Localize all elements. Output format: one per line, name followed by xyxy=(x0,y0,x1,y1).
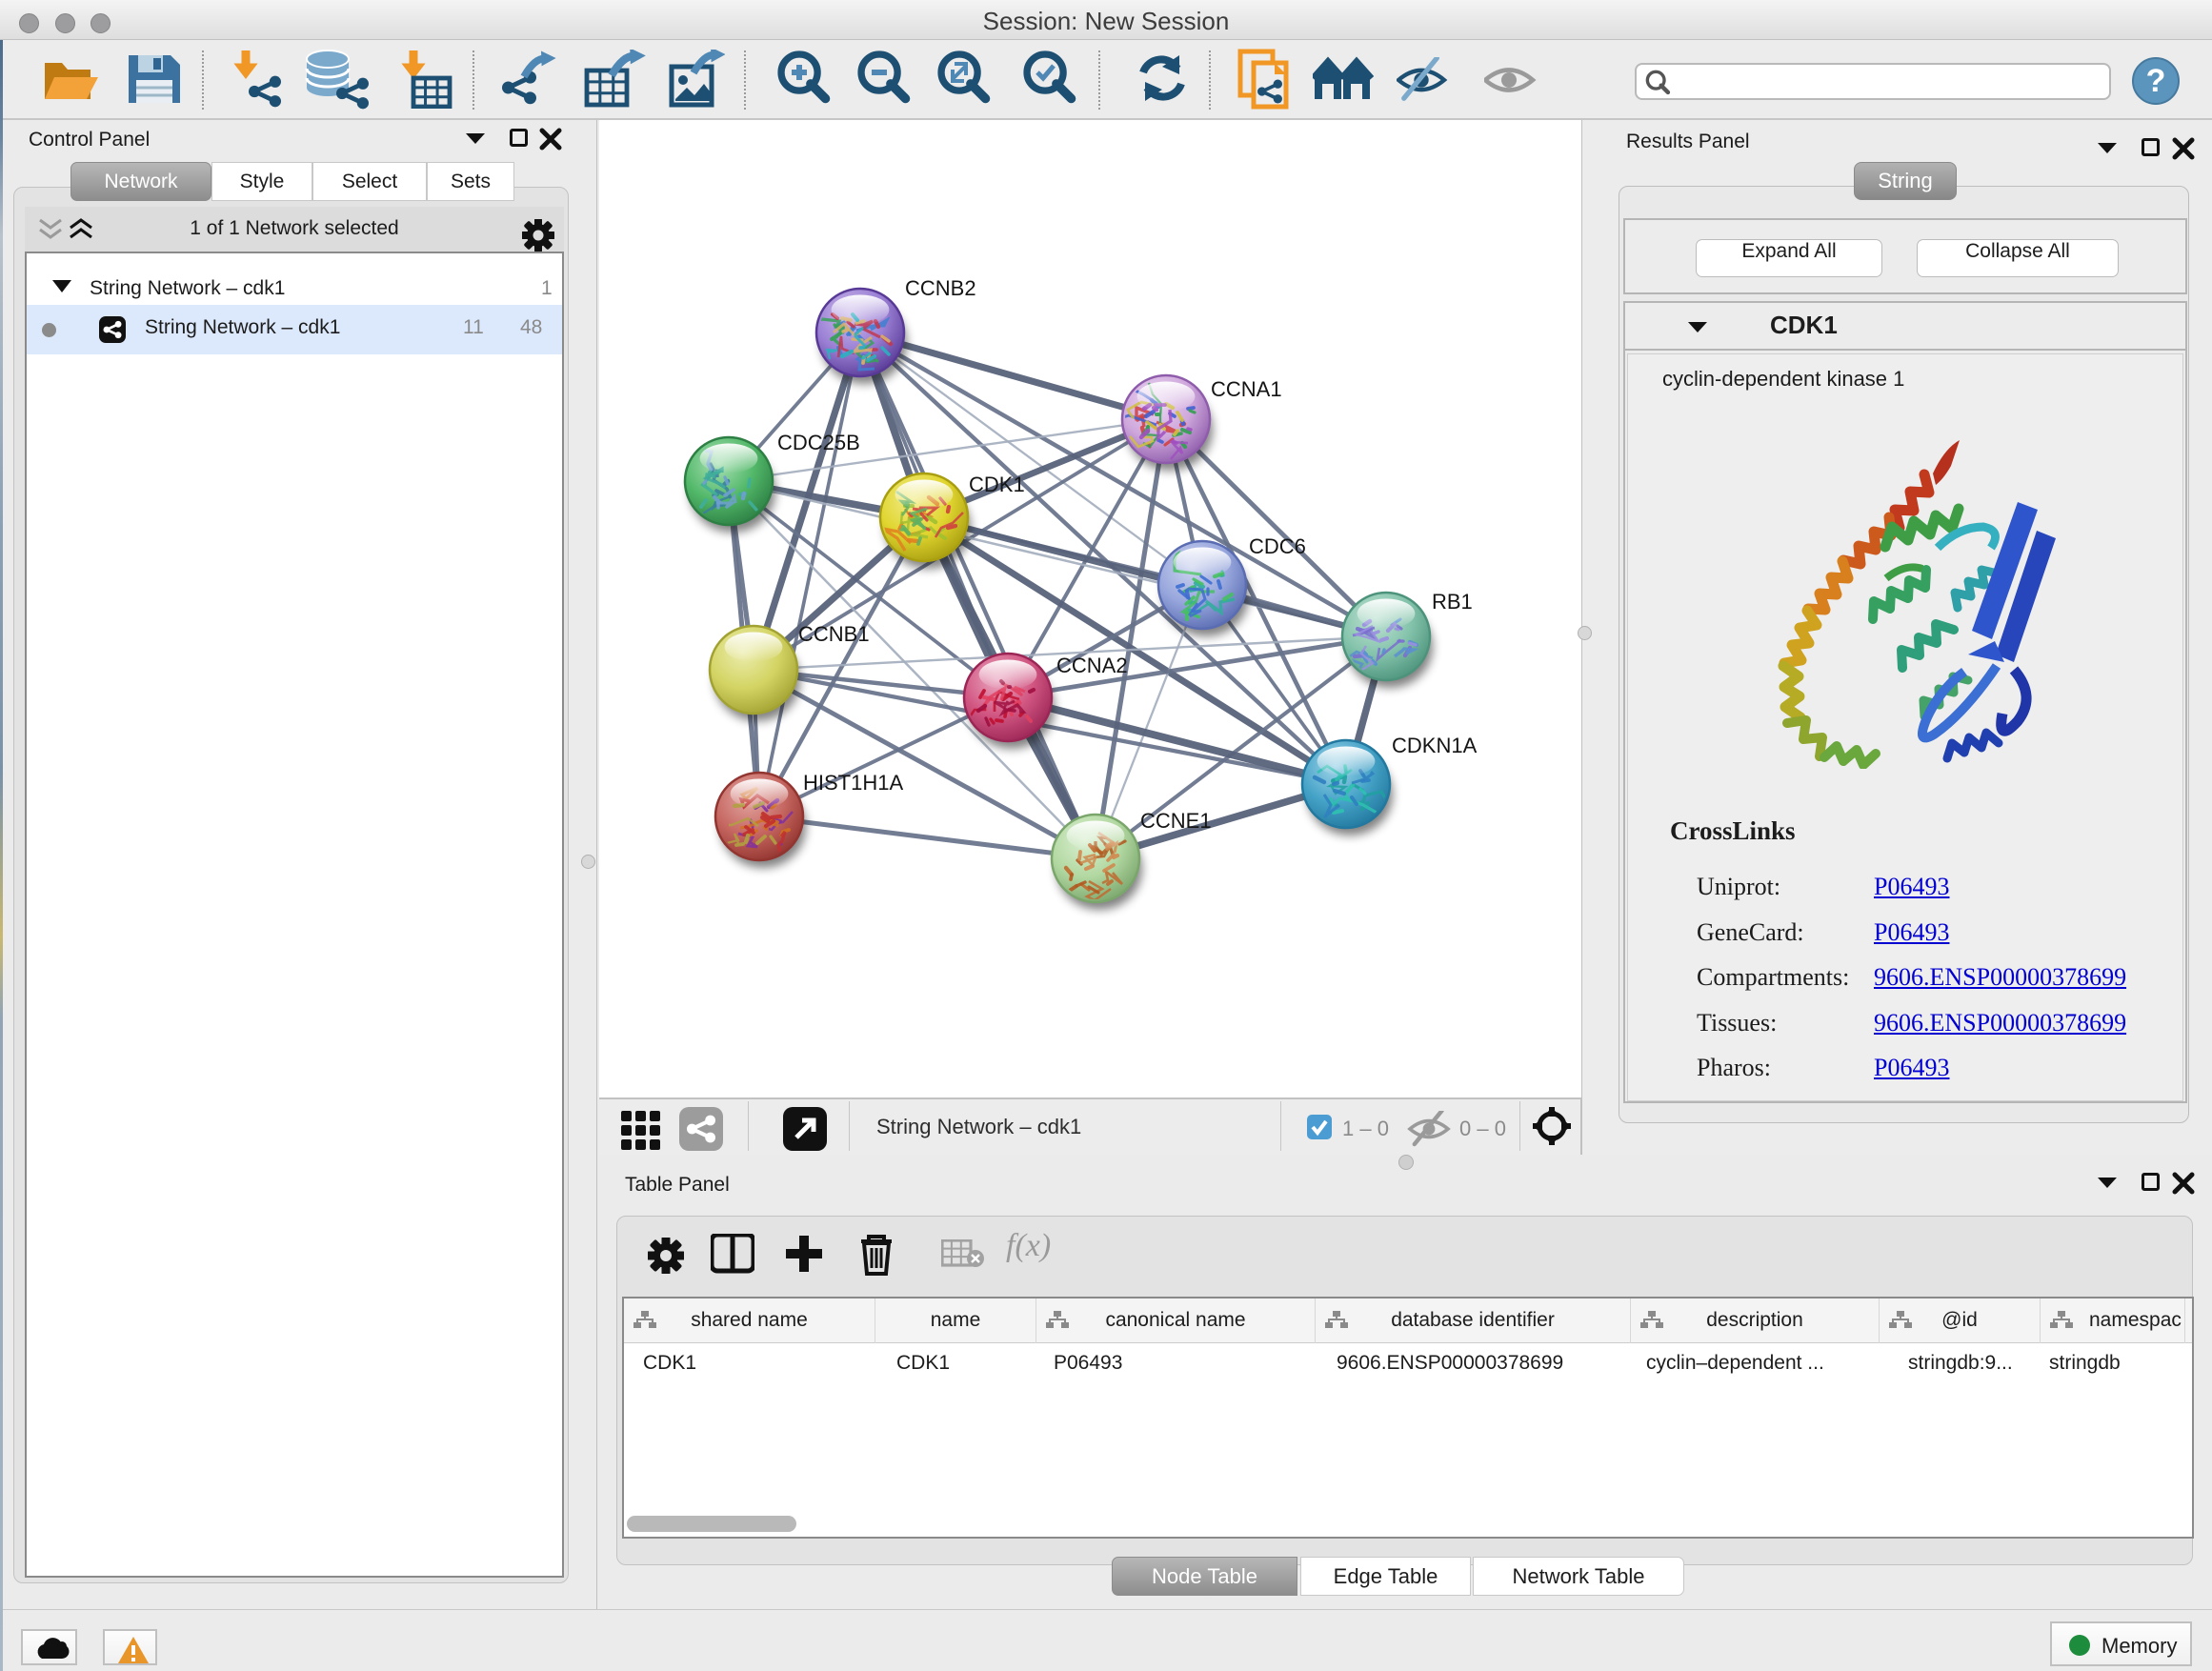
svg-text:CCNE1: CCNE1 xyxy=(1140,809,1212,833)
svg-text:CDC25B: CDC25B xyxy=(777,431,860,454)
svg-text:CCNB2: CCNB2 xyxy=(905,276,976,300)
svg-text:RB1: RB1 xyxy=(1432,590,1473,614)
svg-text:CCNA2: CCNA2 xyxy=(1056,654,1128,677)
svg-text:CCNB1: CCNB1 xyxy=(798,622,870,646)
svg-text:HIST1H1A: HIST1H1A xyxy=(803,771,903,795)
svg-text:?: ? xyxy=(2146,63,2166,99)
svg-text:CDC6: CDC6 xyxy=(1249,534,1306,558)
svg-text:CDKN1A: CDKN1A xyxy=(1392,734,1478,757)
svg-text:CDK1: CDK1 xyxy=(969,473,1025,496)
svg-text:CCNA1: CCNA1 xyxy=(1211,377,1282,401)
